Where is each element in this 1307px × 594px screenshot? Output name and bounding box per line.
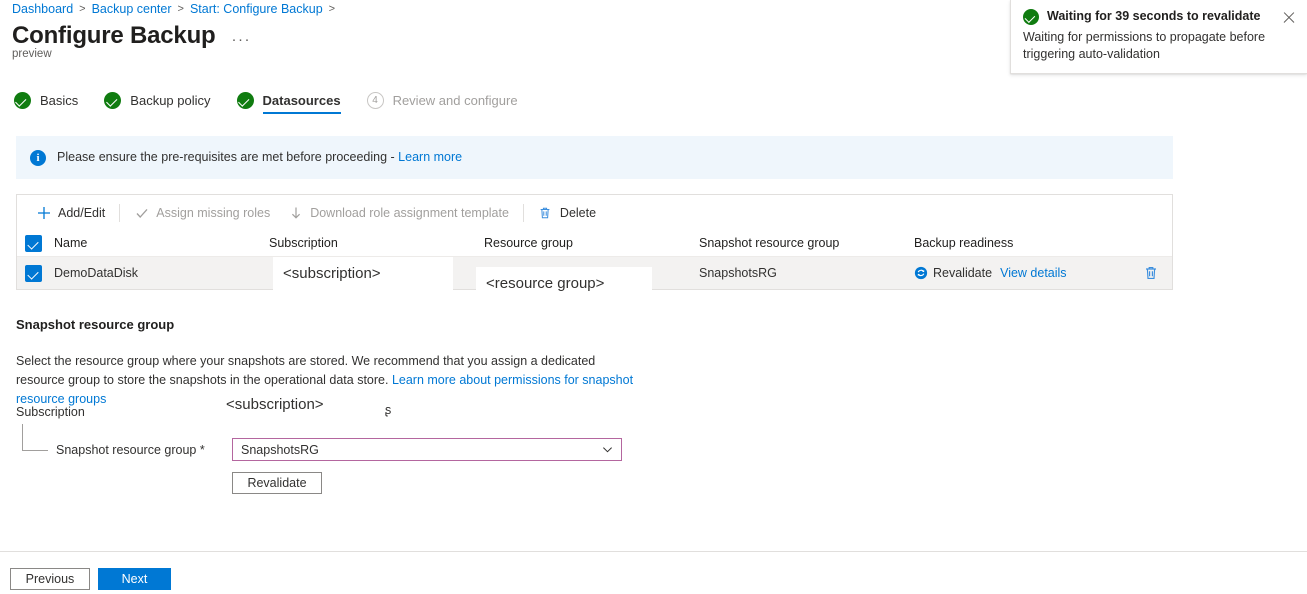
row-delete-icon[interactable] <box>1143 265 1159 281</box>
preview-label: preview <box>12 47 52 61</box>
footer-divider <box>0 551 1307 552</box>
notification-header: Waiting for 39 seconds to revalidate <box>1023 8 1297 25</box>
wizard-step-basics[interactable]: Basics <box>14 92 78 114</box>
wizard-step-datasources[interactable]: Datasources <box>237 92 341 114</box>
success-check-icon <box>1023 9 1039 25</box>
column-header-subscription[interactable]: Subscription <box>269 236 484 250</box>
notification-title: Waiting for 39 seconds to revalidate <box>1047 8 1281 25</box>
cell-snapshot-resource-group: SnapshotsRG <box>699 266 914 280</box>
notification-toast: Waiting for 39 seconds to revalidate Wai… <box>1010 0 1307 74</box>
redacted-subscription-field-value: <subscription> <box>226 396 324 413</box>
redacted-subscription-value: <subscription> <box>273 257 453 290</box>
download-role-assignment-template-button[interactable]: Download role assignment template <box>279 198 518 228</box>
grid-toolbar: Add/Edit Assign missing roles Download r… <box>17 195 1172 230</box>
cell-name: DemoDataDisk <box>54 266 269 280</box>
breadcrumb-item-start-configure-backup[interactable]: Start: Configure Backup <box>190 1 323 17</box>
step-number-icon <box>367 92 384 109</box>
prerequisites-banner: Please ensure the pre-requisites are met… <box>16 136 1173 179</box>
datasources-grid: Add/Edit Assign missing roles Download r… <box>16 194 1173 290</box>
notification-body: Waiting for permissions to propagate bef… <box>1023 29 1297 63</box>
column-header-snapshot-resource-group[interactable]: Snapshot resource group <box>699 236 914 250</box>
breadcrumb-separator: > <box>178 1 184 17</box>
banner-text: Please ensure the pre-requisites are met… <box>57 149 462 166</box>
step-complete-icon <box>237 92 254 109</box>
view-details-link[interactable]: View details <box>1000 266 1066 280</box>
snapshot-resource-group-dropdown[interactable]: SnapshotsRG <box>232 438 622 461</box>
step-complete-icon <box>14 92 31 109</box>
chevron-down-icon <box>602 444 613 455</box>
column-header-backup-readiness[interactable]: Backup readiness <box>914 236 1129 250</box>
close-icon[interactable] <box>1281 9 1297 25</box>
table-row[interactable]: DemoDataDisk SnapshotsRG Revalidate View… <box>17 256 1172 289</box>
add-edit-label: Add/Edit <box>58 206 105 220</box>
wizard-step-label: Backup policy <box>130 92 210 109</box>
section-description: Select the resource group where your sna… <box>16 352 636 409</box>
assign-missing-roles-button[interactable]: Assign missing roles <box>125 198 279 228</box>
toolbar-divider <box>119 204 120 222</box>
wizard-step-label: Datasources <box>263 92 341 109</box>
download-role-assignment-template-label: Download role assignment template <box>310 206 509 220</box>
assign-missing-roles-label: Assign missing roles <box>156 206 270 220</box>
section-title: Snapshot resource group <box>16 316 174 333</box>
subscription-label: Subscription <box>16 404 85 421</box>
plus-icon <box>36 205 51 220</box>
trash-icon <box>538 205 553 220</box>
wizard-step-review-and-configure[interactable]: Review and configure <box>367 92 518 114</box>
breadcrumb-separator: > <box>79 1 85 17</box>
breadcrumb: Dashboard > Backup center > Start: Confi… <box>12 1 341 17</box>
snapshot-resource-group-label: Snapshot resource group * <box>56 442 205 459</box>
info-icon <box>30 150 46 166</box>
banner-message: Please ensure the pre-requisites are met… <box>57 150 398 164</box>
breadcrumb-item-backup-center[interactable]: Backup center <box>92 1 172 17</box>
step-complete-icon <box>104 92 121 109</box>
redaction-artifact-glyph: ʂ <box>385 403 391 417</box>
column-header-resource-group[interactable]: Resource group <box>484 236 699 250</box>
wizard-step-label: Basics <box>40 92 78 109</box>
next-button[interactable]: Next <box>98 568 171 590</box>
snapshot-resource-group-value: SnapshotsRG <box>241 443 319 457</box>
breadcrumb-separator: > <box>329 1 335 17</box>
grid-header-row: Name Subscription Resource group Snapsho… <box>17 230 1172 256</box>
breadcrumb-item-dashboard[interactable]: Dashboard <box>12 1 73 17</box>
previous-button[interactable]: Previous <box>10 568 90 590</box>
revalidate-button[interactable]: Revalidate <box>232 472 322 494</box>
download-arrow-icon <box>288 205 303 220</box>
column-header-name[interactable]: Name <box>54 236 269 250</box>
readiness-status: Revalidate <box>933 266 992 280</box>
delete-label: Delete <box>560 206 596 220</box>
more-options-icon[interactable]: ··· <box>231 34 251 46</box>
wizard-step-label: Review and configure <box>393 92 518 109</box>
redacted-resource-group-value: <resource group> <box>476 267 652 300</box>
cell-actions <box>1129 265 1172 281</box>
select-all-checkbox[interactable] <box>25 235 42 252</box>
refresh-circle-icon <box>914 266 928 280</box>
cell-backup-readiness: Revalidate View details <box>914 266 1129 280</box>
check-icon <box>134 205 149 220</box>
wizard-step-backup-policy[interactable]: Backup policy <box>104 92 210 114</box>
row-select-checkbox[interactable] <box>25 265 42 282</box>
wizard-steps: Basics Backup policy Datasources Review … <box>14 92 544 114</box>
delete-button[interactable]: Delete <box>529 198 605 228</box>
add-edit-button[interactable]: Add/Edit <box>27 198 114 228</box>
configure-backup-page: Dashboard > Backup center > Start: Confi… <box>0 0 1307 594</box>
learn-more-link[interactable]: Learn more <box>398 150 462 164</box>
tree-connector <box>22 424 48 451</box>
toolbar-divider <box>523 204 524 222</box>
